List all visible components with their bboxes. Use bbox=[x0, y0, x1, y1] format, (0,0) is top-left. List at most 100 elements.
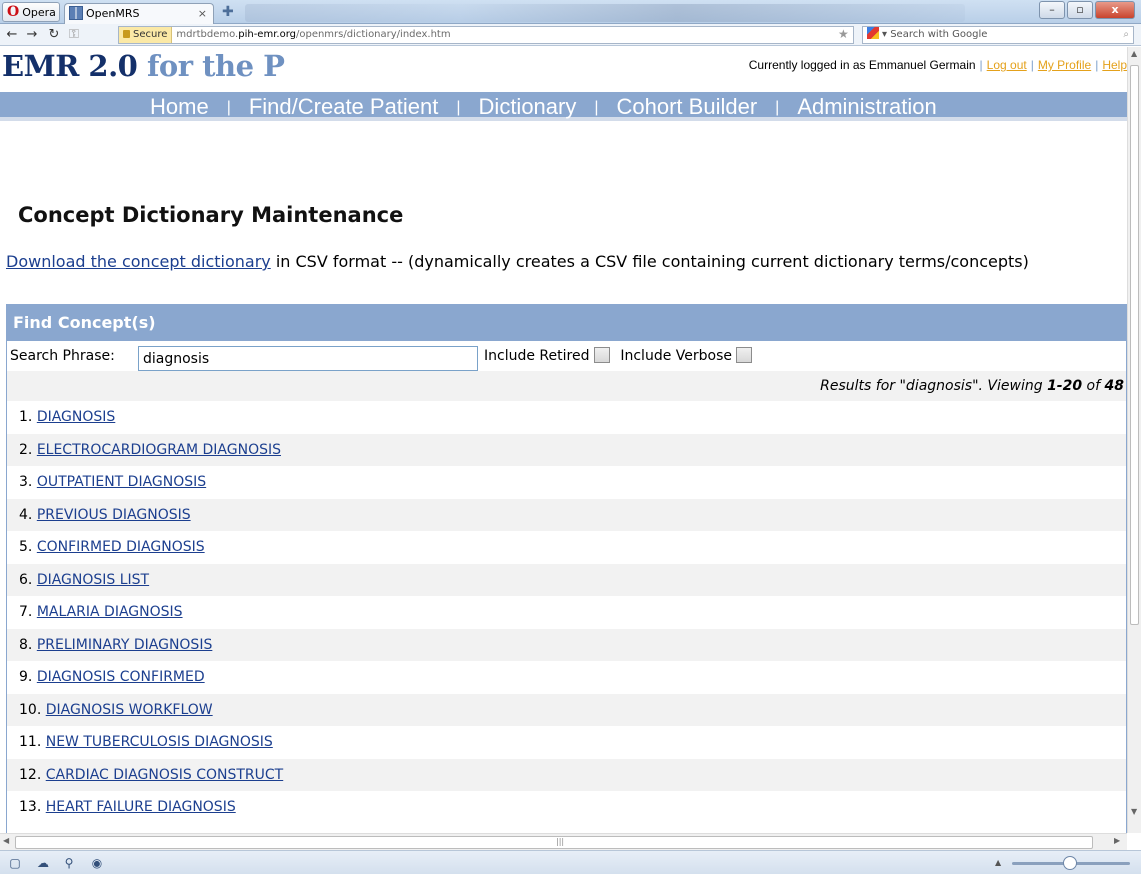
help-link[interactable]: Help bbox=[1102, 58, 1127, 72]
web-search-field[interactable]: ▾ Search with Google ⌕ bbox=[862, 26, 1134, 44]
zoom-menu-icon[interactable]: ▲ bbox=[995, 858, 1001, 867]
user-bar-separator: | bbox=[1030, 58, 1034, 72]
include-retired-checkbox[interactable] bbox=[593, 347, 610, 363]
result-number: 13. bbox=[19, 799, 42, 815]
include-verbose-checkbox[interactable] bbox=[736, 347, 753, 363]
include-verbose-label: Include Verbose bbox=[620, 348, 732, 364]
close-window-icon[interactable]: x bbox=[1095, 1, 1135, 19]
search-phrase-label: Search Phrase: bbox=[10, 348, 115, 364]
bookmark-star-icon[interactable]: ★ bbox=[838, 27, 849, 41]
result-row[interactable]: 10. DIAGNOSIS WORKFLOW bbox=[7, 693, 1126, 726]
scroll-up-arrow-icon[interactable]: ▲ bbox=[1131, 49, 1137, 58]
vertical-scrollbar[interactable]: ▲ ▼ bbox=[1127, 47, 1141, 833]
nav-dictionary[interactable]: Dictionary bbox=[479, 94, 577, 119]
page-title: Concept Dictionary Maintenance bbox=[18, 203, 404, 227]
result-concept-link[interactable]: DIAGNOSIS WORKFLOW bbox=[46, 702, 213, 718]
find-concepts-header: Find Concept(s) bbox=[7, 304, 1126, 341]
result-row[interactable]: 4. PREVIOUS DIAGNOSIS bbox=[7, 498, 1126, 531]
turbo-icon[interactable]: ◉ bbox=[90, 856, 104, 870]
back-arrow-icon[interactable]: ← bbox=[4, 26, 20, 44]
result-number: 1. bbox=[19, 409, 33, 425]
nav-separator: | bbox=[226, 99, 231, 116]
logo-tail: for the P bbox=[137, 49, 285, 83]
result-row[interactable]: 2. ELECTROCARDIOGRAM DIAGNOSIS bbox=[7, 433, 1126, 466]
nav-administration[interactable]: Administration bbox=[797, 94, 936, 119]
scroll-left-arrow-icon[interactable]: ◀ bbox=[3, 836, 9, 845]
result-row[interactable]: 11. NEW TUBERCULOSIS DIAGNOSIS bbox=[7, 726, 1126, 759]
key-icon[interactable]: ⚿ bbox=[66, 26, 82, 44]
nav-separator: | bbox=[594, 99, 599, 116]
result-number: 4. bbox=[19, 506, 33, 523]
zoom-slider-knob[interactable] bbox=[1063, 856, 1077, 870]
result-concept-link[interactable]: HEART FAILURE DIAGNOSIS bbox=[46, 799, 236, 815]
nav-home[interactable]: Home bbox=[150, 94, 209, 119]
result-concept-link[interactable]: ELECTROCARDIOGRAM DIAGNOSIS bbox=[37, 442, 281, 458]
network-icon[interactable]: ⚲ bbox=[62, 856, 76, 870]
result-concept-link[interactable]: MALARIA DIAGNOSIS bbox=[37, 604, 183, 620]
browser-tab-openmrs[interactable]: OpenMRS × bbox=[64, 3, 214, 24]
result-number: 9. bbox=[19, 669, 33, 685]
user-bar-separator: | bbox=[1095, 58, 1099, 72]
result-concept-link[interactable]: OUTPATIENT DIAGNOSIS bbox=[37, 474, 206, 490]
result-row[interactable]: 12. CARDIAC DIAGNOSIS CONSTRUCT bbox=[7, 758, 1126, 791]
results-list: 1. DIAGNOSIS 2. ELECTROCARDIOGRAM DIAGNOS… bbox=[7, 401, 1126, 824]
search-icon[interactable]: ⌕ bbox=[1123, 27, 1129, 43]
site-logo[interactable]: EMR 2.0 for the P bbox=[2, 49, 285, 83]
opera-menu-label: Opera bbox=[22, 6, 56, 19]
result-number: 12. bbox=[19, 766, 42, 783]
result-number: 11. bbox=[19, 734, 42, 750]
result-concept-link[interactable]: DIAGNOSIS bbox=[37, 409, 115, 425]
background-tabs[interactable] bbox=[245, 4, 965, 22]
scroll-down-arrow-icon[interactable]: ▼ bbox=[1131, 807, 1137, 816]
cloud-icon[interactable]: ☁ bbox=[36, 856, 50, 870]
scroll-right-arrow-icon[interactable]: ▶ bbox=[1114, 836, 1120, 845]
new-tab-icon[interactable]: ✚ bbox=[222, 5, 236, 19]
url-prefix: mdrtbdemo. bbox=[176, 29, 239, 40]
nav-find-create-patient[interactable]: Find/Create Patient bbox=[249, 94, 439, 119]
reload-icon[interactable]: ↻ bbox=[46, 26, 62, 44]
search-engine-dropdown-icon[interactable]: ▾ bbox=[882, 29, 890, 40]
url-field[interactable]: Secure mdrtbdemo.pih-emr.org/openmrs/dict… bbox=[118, 26, 854, 44]
result-concept-link[interactable]: DIAGNOSIS LIST bbox=[37, 572, 149, 588]
result-row[interactable]: 8. PRELIMINARY DIAGNOSIS bbox=[7, 628, 1126, 661]
result-number: 7. bbox=[19, 604, 33, 620]
result-row[interactable]: 9. DIAGNOSIS CONFIRMED bbox=[7, 661, 1126, 694]
panel-toggle-icon[interactable]: ▢ bbox=[8, 856, 22, 870]
logout-link[interactable]: Log out bbox=[987, 58, 1027, 72]
maximize-icon[interactable]: ▫ bbox=[1067, 1, 1093, 19]
result-row[interactable]: 1. DIAGNOSIS bbox=[7, 401, 1126, 434]
search-phrase-input[interactable] bbox=[138, 346, 478, 371]
result-concept-link[interactable]: PREVIOUS DIAGNOSIS bbox=[37, 507, 191, 523]
minimize-icon[interactable]: – bbox=[1039, 1, 1065, 19]
forward-arrow-icon[interactable]: → bbox=[24, 26, 40, 44]
google-icon[interactable] bbox=[867, 27, 879, 39]
result-row[interactable]: 6. DIAGNOSIS LIST bbox=[7, 563, 1126, 596]
result-number: 8. bbox=[19, 636, 33, 653]
tab-close-icon[interactable]: × bbox=[198, 4, 207, 23]
vertical-scroll-thumb[interactable] bbox=[1130, 65, 1139, 625]
logged-in-text: Currently logged in as Emmanuel Germain bbox=[748, 58, 976, 72]
result-concept-link[interactable]: DIAGNOSIS CONFIRMED bbox=[37, 669, 205, 685]
result-concept-link[interactable]: NEW TUBERCULOSIS DIAGNOSIS bbox=[46, 734, 273, 750]
my-profile-link[interactable]: My Profile bbox=[1038, 58, 1091, 72]
find-concepts-panel: Find Concept(s) Search Phrase: Include R… bbox=[6, 304, 1127, 833]
download-dictionary-link[interactable]: Download the concept dictionary bbox=[6, 252, 271, 271]
result-row[interactable]: 13. HEART FAILURE DIAGNOSIS bbox=[7, 791, 1126, 824]
result-concept-link[interactable]: CONFIRMED DIAGNOSIS bbox=[37, 539, 205, 555]
result-concept-link[interactable]: CARDIAC DIAGNOSIS CONSTRUCT bbox=[46, 767, 284, 783]
horizontal-scrollbar[interactable]: ◀ ||| ▶ bbox=[0, 833, 1127, 850]
scroll-grip-icon: ||| bbox=[556, 837, 565, 846]
opera-logo-icon: O bbox=[7, 4, 20, 20]
secure-badge[interactable]: Secure bbox=[119, 27, 173, 43]
opera-menu-button[interactable]: O Opera bbox=[2, 2, 60, 22]
horizontal-scroll-thumb[interactable]: ||| bbox=[15, 836, 1093, 849]
address-toolbar: ← → ↻ ⚿ Secure mdrtbdemo.pih-emr.org/open… bbox=[0, 24, 1141, 46]
result-row[interactable]: 7. MALARIA DIAGNOSIS bbox=[7, 596, 1126, 629]
result-concept-link[interactable]: PRELIMINARY DIAGNOSIS bbox=[37, 637, 213, 653]
search-placeholder: Search with Google bbox=[890, 29, 988, 40]
nav-cohort-builder[interactable]: Cohort Builder bbox=[617, 94, 758, 119]
nav-separator: | bbox=[456, 99, 461, 116]
result-row[interactable]: 5. CONFIRMED DIAGNOSIS bbox=[7, 531, 1126, 564]
result-row[interactable]: 3. OUTPATIENT DIAGNOSIS bbox=[7, 466, 1126, 499]
window-controls: – ▫ x bbox=[1037, 1, 1135, 21]
